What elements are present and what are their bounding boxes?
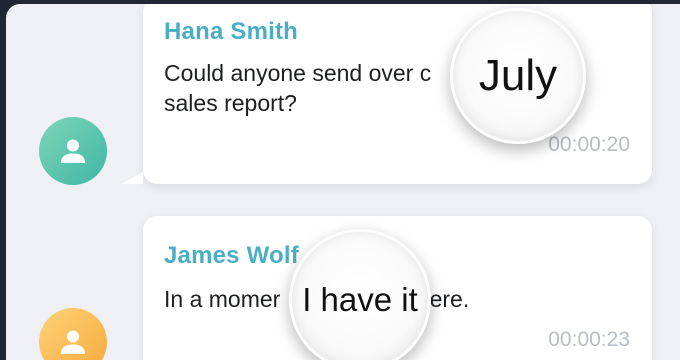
sender-name: Hana Smith bbox=[164, 18, 299, 45]
bubble-tail bbox=[121, 172, 143, 184]
magnified-text: July bbox=[478, 51, 558, 100]
avatar[interactable] bbox=[39, 308, 107, 360]
avatar[interactable] bbox=[39, 117, 107, 185]
magnifier-lens: I have it bbox=[289, 229, 431, 360]
user-icon bbox=[61, 330, 85, 354]
magnifier-lens: July bbox=[450, 8, 586, 144]
magnified-text: I have it bbox=[302, 281, 418, 318]
message-timestamp: 00:00:20 bbox=[548, 133, 630, 156]
user-icon bbox=[61, 139, 85, 163]
message-line: In a momer bbox=[164, 286, 281, 312]
sender-name: James Wolf bbox=[164, 242, 299, 269]
chat-panel: Hana Smith Could anyone send over c sale… bbox=[6, 4, 680, 360]
message-timestamp: 00:00:23 bbox=[548, 328, 630, 351]
